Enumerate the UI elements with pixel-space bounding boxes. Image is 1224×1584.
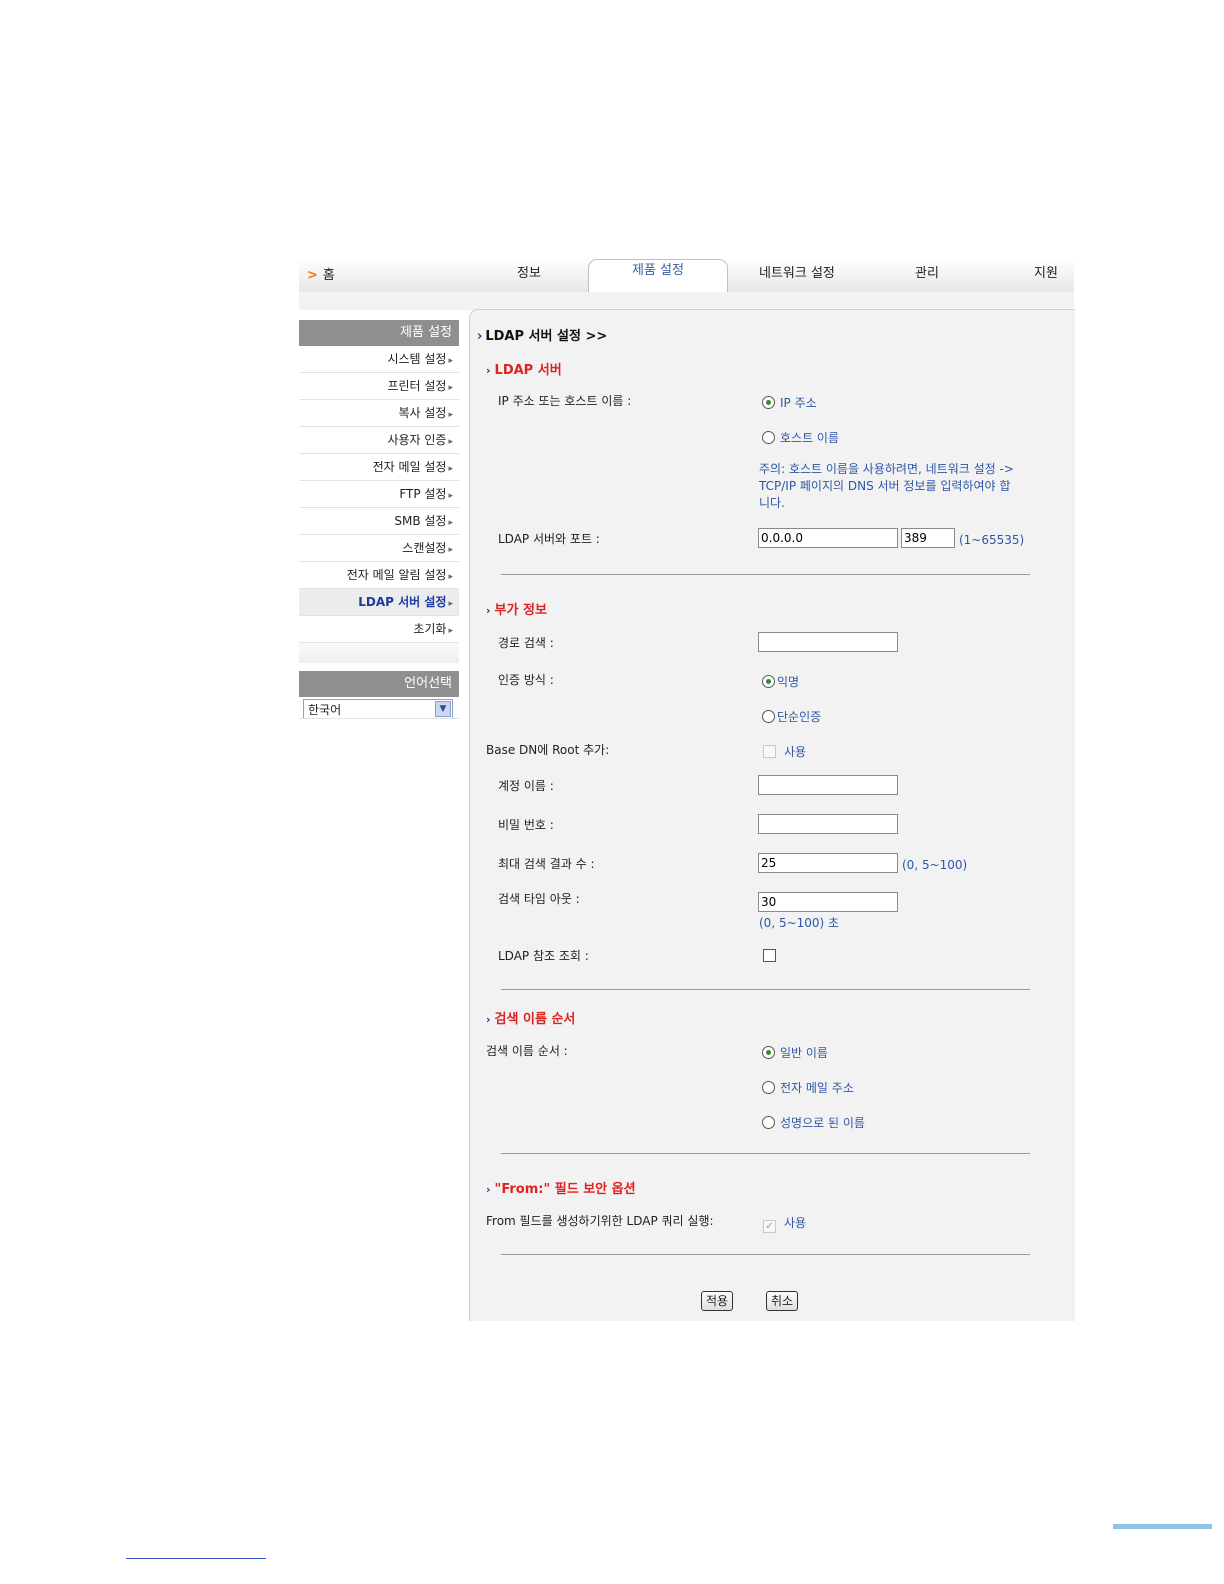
checkbox-ldap-referral[interactable] xyxy=(763,949,776,962)
caret-right-icon: ▸ xyxy=(448,464,453,474)
caret-right-icon: ▸ xyxy=(448,599,453,609)
timeout-label: 검색 타임 아웃 : xyxy=(498,892,580,906)
caret-right-icon: ▸ xyxy=(448,437,453,447)
top-navigation: > 홈 정보 제품 설정 네트워크 설정 관리 지원 xyxy=(299,258,1074,293)
sidebar-item-reset[interactable]: 초기화 ▸ xyxy=(299,616,459,643)
sidebar-item-copy-settings[interactable]: 복사 설정 ▸ xyxy=(299,400,459,427)
chevron-right-icon: › xyxy=(486,364,491,377)
base-dn-option[interactable]: 사용 xyxy=(763,743,806,760)
caret-right-icon: ▸ xyxy=(448,356,453,366)
sidebar-item-ftp-settings[interactable]: FTP 설정 ▸ xyxy=(299,481,459,508)
timeout-range-hint: (0, 5~100) 초 xyxy=(759,916,840,930)
sidebar-item-email-settings[interactable]: 전자 메일 설정 ▸ xyxy=(299,454,459,481)
tab-product-settings[interactable]: 제품 설정 xyxy=(588,259,728,293)
sidebar-divider xyxy=(299,718,459,719)
caret-right-icon: ▸ xyxy=(448,410,453,420)
sidebar-header: 제품 설정 xyxy=(299,320,459,346)
radio-full-name[interactable] xyxy=(762,1116,775,1129)
timeout-input[interactable] xyxy=(758,892,898,912)
max-results-label: 최대 검색 결과 수 : xyxy=(498,857,595,871)
search-path-input[interactable] xyxy=(758,632,898,652)
sidebar-item-ldap-settings[interactable]: LDAP 서버 설정 ▸ xyxy=(299,589,459,616)
tab-support[interactable]: 지원 xyxy=(1034,262,1058,281)
ldap-port-input[interactable] xyxy=(901,528,955,548)
sidebar-item-printer-settings[interactable]: 프린터 설정 ▸ xyxy=(299,373,459,400)
sidebar: 제품 설정 시스템 설정 ▸ 프린터 설정 ▸ 복사 설정 ▸ 사용자 인증 ▸ 전자 … xyxy=(299,320,459,721)
page-footer-bar xyxy=(1113,1524,1212,1529)
radio-common-name[interactable] xyxy=(762,1046,775,1059)
caret-right-icon: ▸ xyxy=(448,518,453,528)
radio-ip-address[interactable] xyxy=(762,396,775,409)
auth-anonymous-option[interactable]: 익명 xyxy=(762,673,799,690)
page-footer-line xyxy=(126,1558,266,1559)
chevron-right-icon: › xyxy=(477,329,483,344)
checkbox-from-query[interactable]: ✓ xyxy=(763,1220,776,1233)
language-header: 언어선택 xyxy=(299,671,459,697)
search-path-label: 경로 검색 : xyxy=(498,636,554,650)
password-input[interactable] xyxy=(758,814,898,834)
account-input[interactable] xyxy=(758,775,898,795)
section-title-from-security: › "From:" 필드 보안 옵션 xyxy=(486,1182,636,1197)
name-order-fullname-option[interactable]: 성명으로 된 이름 xyxy=(762,1114,865,1131)
base-dn-label: Base DN에 Root 추가: xyxy=(486,743,610,757)
server-port-label: LDAP 서버와 포트 : xyxy=(498,532,600,546)
apply-button[interactable]: 적용 xyxy=(701,1291,734,1311)
radio-auth-simple[interactable] xyxy=(762,710,775,723)
name-order-email-option[interactable]: 전자 메일 주소 xyxy=(762,1079,854,1096)
sidebar-item-scan-settings[interactable]: 스캔설정 ▸ xyxy=(299,535,459,562)
ip-address-option[interactable]: IP 주소 xyxy=(762,394,817,411)
port-range-hint: (1~65535) xyxy=(959,533,1025,547)
section-title-name-order: › 검색 이름 순서 xyxy=(486,1012,576,1027)
cancel-button[interactable]: 취소 xyxy=(766,1291,799,1311)
chevron-down-icon: ▼ xyxy=(435,701,451,717)
max-results-input[interactable] xyxy=(758,853,898,873)
sidebar-item-system-settings[interactable]: 시스템 설정 ▸ xyxy=(299,346,459,373)
divider xyxy=(501,1254,1030,1255)
account-label: 계정 이름 : xyxy=(498,779,554,793)
radio-email-address[interactable] xyxy=(762,1081,775,1094)
radio-auth-anonymous[interactable] xyxy=(762,675,775,688)
auth-method-label: 인증 방식 : xyxy=(498,673,554,687)
chevron-right-icon: › xyxy=(486,604,491,617)
caret-right-icon: ▸ xyxy=(448,626,453,636)
ip-or-host-label: IP 주소 또는 호스트 이름 : xyxy=(498,394,632,408)
ldap-referral-label: LDAP 참조 조회 : xyxy=(498,949,589,963)
sidebar-item-smb-settings[interactable]: SMB 설정 ▸ xyxy=(299,508,459,535)
tab-management[interactable]: 관리 xyxy=(915,262,939,281)
name-order-common-option[interactable]: 일반 이름 xyxy=(762,1044,828,1061)
ldap-referral-option[interactable] xyxy=(763,949,784,964)
auth-simple-option[interactable]: 단순인증 xyxy=(762,708,821,725)
chevron-right-icon: › xyxy=(486,1013,491,1026)
caret-right-icon: ▸ xyxy=(448,572,453,582)
chevron-right-icon: › xyxy=(486,1183,491,1196)
checkbox-base-dn-root[interactable] xyxy=(763,745,776,758)
max-results-range-hint: (0, 5~100) xyxy=(902,858,968,872)
from-query-option[interactable]: ✓ 사용 xyxy=(763,1214,806,1233)
radio-hostname[interactable] xyxy=(762,431,775,444)
name-order-label: 검색 이름 순서 : xyxy=(486,1044,568,1058)
tab-info[interactable]: 정보 xyxy=(517,262,541,281)
caret-right-icon: ▸ xyxy=(448,383,453,393)
page-title: › LDAP 서버 설정 >> xyxy=(477,329,608,344)
sidebar-item-user-auth[interactable]: 사용자 인증 ▸ xyxy=(299,427,459,454)
nav-subband xyxy=(299,292,1074,310)
section-title-additional-info: › 부가 정보 xyxy=(486,603,547,618)
ldap-server-input[interactable] xyxy=(758,528,898,548)
sidebar-item-email-alert-settings[interactable]: 전자 메일 알림 설정 ▸ xyxy=(299,562,459,589)
password-label: 비밀 번호 : xyxy=(498,818,554,832)
divider xyxy=(501,989,1030,990)
hostname-option[interactable]: 호스트 이름 xyxy=(762,429,839,446)
divider xyxy=(501,1153,1030,1154)
nav-home[interactable]: > 홈 xyxy=(307,264,335,283)
sidebar-spacer xyxy=(299,643,459,663)
from-query-label: From 필드를 생성하기위한 LDAP 쿼리 실행: xyxy=(486,1214,714,1228)
language-select[interactable]: 한국어 ▼ xyxy=(303,699,453,719)
chevron-right-icon: > xyxy=(307,268,318,283)
tab-network-settings[interactable]: 네트워크 설정 xyxy=(759,262,835,281)
caret-right-icon: ▸ xyxy=(448,491,453,501)
divider xyxy=(501,574,1030,575)
caret-right-icon: ▸ xyxy=(448,545,453,555)
section-title-ldap-server: › LDAP 서버 xyxy=(486,363,562,378)
dns-note: 주의: 호스트 이름을 사용하려면, 네트워크 설정 -> TCP/IP 페이지… xyxy=(759,462,1014,510)
